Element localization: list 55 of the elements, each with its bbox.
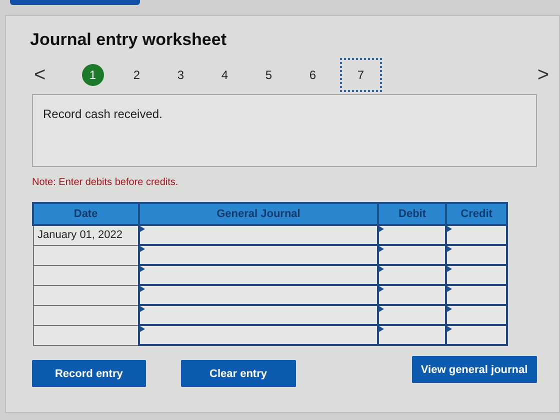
column-header: Credit (446, 203, 507, 226)
marker-icon (140, 266, 145, 272)
marker-icon (140, 326, 145, 332)
marker-icon (379, 306, 384, 312)
marker-icon (447, 226, 452, 232)
marker-icon (379, 286, 384, 292)
next-button[interactable]: > (533, 65, 553, 86)
step-tab[interactable]: 7 (340, 58, 382, 92)
marker-icon (447, 266, 452, 272)
marker-icon (140, 246, 145, 252)
clear-entry-button[interactable]: Clear entry (180, 360, 296, 388)
instruction-text: Record cash received. (43, 107, 162, 122)
input-field[interactable] (446, 325, 507, 346)
input-field[interactable] (138, 285, 378, 306)
column-header: Date (33, 203, 139, 226)
input-field[interactable] (138, 325, 378, 346)
marker-icon (379, 326, 384, 332)
marker-icon (379, 226, 384, 232)
input-field[interactable] (378, 325, 446, 346)
input-field[interactable] (138, 225, 378, 246)
step-tab[interactable]: 2 (120, 62, 154, 88)
input-field[interactable] (378, 225, 446, 246)
marker-icon (447, 246, 452, 252)
record-entry-button[interactable]: Record entry (32, 360, 146, 388)
step-tab[interactable]: 6 (296, 62, 330, 88)
input-field[interactable] (378, 245, 446, 266)
input-field[interactable] (446, 305, 507, 326)
marker-icon (447, 286, 452, 292)
input-field[interactable] (378, 305, 446, 326)
input-field[interactable] (446, 225, 507, 246)
marker-icon (140, 286, 145, 292)
input-field[interactable] (138, 265, 378, 286)
input-field[interactable] (446, 265, 507, 286)
input-field[interactable] (138, 305, 378, 326)
input-field[interactable] (378, 285, 446, 306)
step-tab[interactable]: 4 (208, 62, 242, 88)
column-header: General Journal (138, 203, 378, 226)
input-field[interactable] (446, 245, 507, 266)
marker-icon (379, 246, 384, 252)
step-tab[interactable]: 3 (164, 62, 198, 88)
input-field[interactable] (446, 285, 507, 306)
marker-icon (447, 326, 452, 332)
marker-icon (140, 226, 145, 232)
column-header: Debit (378, 203, 446, 226)
worksheet-title: Journal entry worksheet (30, 30, 228, 50)
date-cell: January 01, 2022 (33, 225, 139, 246)
previous-button[interactable]: < (30, 65, 50, 86)
view-journal-button[interactable]: View general journal (412, 356, 537, 384)
marker-icon (140, 306, 145, 312)
step-tab[interactable]: 5 (252, 62, 286, 88)
marker-icon (447, 306, 452, 312)
note-text: Note: Enter debits before credits. (32, 176, 180, 190)
marker-icon (379, 266, 384, 272)
input-field[interactable] (138, 245, 378, 266)
input-field[interactable] (378, 265, 446, 286)
